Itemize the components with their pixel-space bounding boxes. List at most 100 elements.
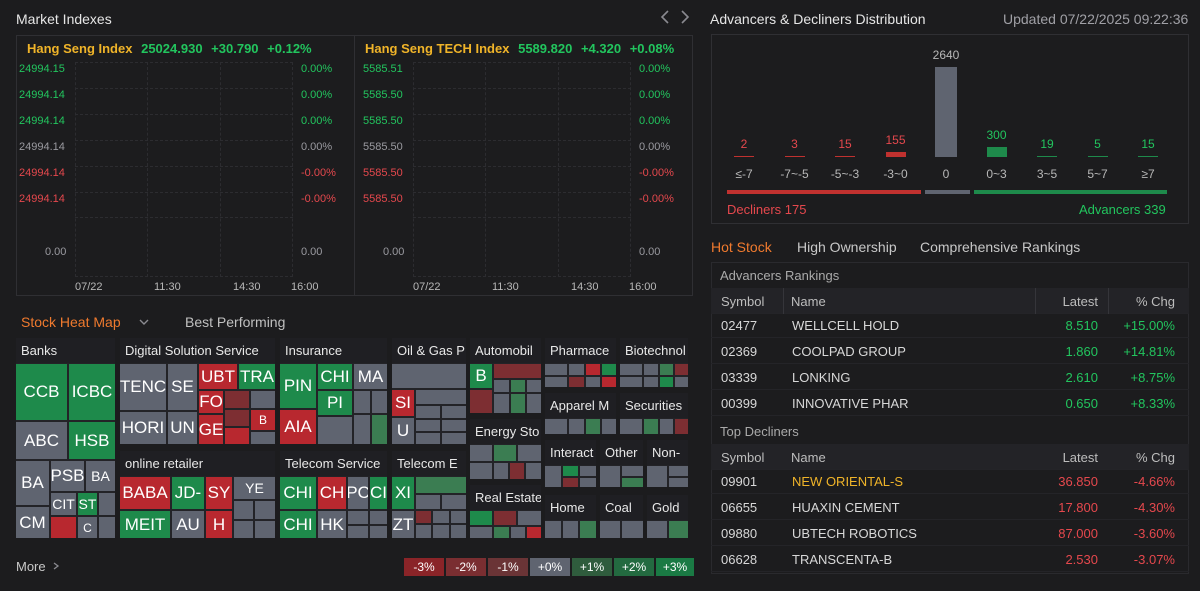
table-row[interactable]: 06655 HUAXIN CEMENT 17.800 -4.30% bbox=[711, 494, 1189, 520]
stock-tile[interactable]: CI bbox=[370, 477, 387, 509]
stock-tile[interactable]: ZT bbox=[392, 511, 414, 538]
sector-coal[interactable]: Coal bbox=[600, 495, 643, 538]
sector-label: Other bbox=[600, 440, 643, 465]
stock-tile[interactable]: H bbox=[206, 511, 232, 538]
distribution-count: 3 bbox=[791, 137, 798, 151]
col-chg: % Chg bbox=[1135, 294, 1175, 309]
stock-tile[interactable]: B bbox=[251, 410, 275, 430]
stock-tile[interactable]: PC bbox=[348, 477, 368, 509]
stock-tile[interactable]: SE bbox=[168, 364, 197, 410]
distribution-bar bbox=[885, 152, 906, 157]
sector-pharmaceutical[interactable]: Pharmace bbox=[545, 338, 616, 387]
stock-tile[interactable]: MA bbox=[354, 364, 387, 389]
stock-tile[interactable]: PSB bbox=[51, 461, 84, 491]
index-change: +4.320 bbox=[580, 41, 622, 56]
stock-tile[interactable]: CM bbox=[16, 507, 49, 538]
distribution-bar bbox=[986, 147, 1007, 157]
stock-tile[interactable]: XI bbox=[392, 477, 414, 509]
stock-tile[interactable]: PI bbox=[318, 391, 352, 415]
stock-tile[interactable]: B bbox=[470, 364, 492, 388]
sector-apparel[interactable]: Apparel M bbox=[545, 393, 616, 434]
stock-tile[interactable]: AIA bbox=[280, 410, 316, 444]
stock-tile[interactable]: BA bbox=[16, 461, 49, 505]
stock-tile[interactable]: CH bbox=[318, 477, 346, 509]
sector-interactive[interactable]: Interact bbox=[545, 440, 596, 487]
stock-tile[interactable]: HK bbox=[318, 511, 346, 538]
sector-telecom-service[interactable]: Telecom Service CHI CH PC CI CHI HK bbox=[280, 451, 387, 538]
table-row[interactable]: 09880 UBTECH ROBOTICS 87.000 -3.60% bbox=[711, 520, 1189, 546]
stock-tile[interactable]: SI bbox=[392, 390, 414, 416]
stock-tile[interactable]: ABC bbox=[16, 422, 67, 459]
stock-tile[interactable]: UN bbox=[168, 412, 197, 444]
tab-best-performing[interactable]: Best Performing bbox=[185, 314, 285, 330]
sector-label: Non- bbox=[647, 440, 688, 465]
sector-telecom-equipment[interactable]: Telecom E XI ZT bbox=[392, 451, 466, 538]
stock-tile[interactable]: C bbox=[78, 517, 97, 538]
x-tick: 07/22 bbox=[75, 281, 103, 293]
stock-tile[interactable]: BA bbox=[86, 461, 115, 491]
chevron-left-icon[interactable] bbox=[658, 8, 672, 26]
hsi-chart-panel[interactable]: Hang Seng Index 25024.930 +30.790 +0.12%… bbox=[16, 35, 355, 296]
table-row[interactable]: 00399 INNOVATIVE PHAR 0.650 +8.33% bbox=[711, 390, 1189, 416]
table-row[interactable]: 03339 LONKING 2.610 +8.75% bbox=[711, 364, 1189, 390]
stock-tile[interactable]: CIT bbox=[51, 493, 76, 515]
stock-tile[interactable]: U bbox=[392, 418, 414, 444]
y-tick-left: 5585.51 bbox=[363, 63, 403, 75]
chart-plot-area bbox=[413, 62, 631, 277]
stock-tile[interactable]: FO bbox=[199, 391, 223, 413]
stock-tile[interactable]: CHI bbox=[280, 477, 316, 509]
sector-online-retailer[interactable]: online retailer BABA JD- SY YE MEIT AU H bbox=[120, 451, 275, 538]
sector-digital-solution[interactable]: Digital Solution Service TENC SE UBT TRA… bbox=[120, 338, 275, 444]
distribution-title: Advancers & Decliners Distribution bbox=[710, 11, 926, 27]
sector-automobile[interactable]: Automobil B bbox=[470, 338, 541, 413]
stock-tile[interactable]: HORI bbox=[120, 412, 166, 444]
sector-home[interactable]: Home bbox=[545, 495, 596, 538]
stock-tile[interactable]: CHI bbox=[318, 364, 352, 389]
stock-tile[interactable]: TRA bbox=[239, 364, 275, 389]
stock-tile[interactable]: YE bbox=[234, 477, 275, 499]
table-row[interactable]: 06628 TRANSCENTA-B 2.530 -3.07% bbox=[711, 546, 1189, 572]
hstech-chart-panel[interactable]: Hang Seng TECH Index 5589.820 +4.320 +0.… bbox=[354, 35, 693, 296]
sector-banks[interactable]: Banks CCB ICBC ABC HSB BA PSB BA CIT ST … bbox=[16, 338, 115, 538]
distribution-label: 5~7 bbox=[1087, 167, 1108, 181]
chevron-right-icon[interactable] bbox=[678, 8, 692, 26]
sector-gold[interactable]: Gold bbox=[647, 495, 688, 538]
distribution-bar bbox=[784, 156, 805, 157]
table-row[interactable]: 02369 COOLPAD GROUP 1.860 +14.81% bbox=[711, 338, 1189, 364]
tab-stock-heat-map[interactable]: Stock Heat Map bbox=[21, 314, 121, 330]
sector-securities[interactable]: Securities bbox=[620, 393, 688, 434]
distribution-count: 2640 bbox=[932, 48, 960, 62]
sector-energy-storage[interactable]: Energy Sto bbox=[470, 419, 541, 479]
col-name: Name bbox=[791, 450, 826, 465]
chevron-down-icon[interactable] bbox=[138, 316, 150, 328]
stock-tile[interactable]: GE bbox=[199, 415, 223, 444]
sector-non[interactable]: Non- bbox=[647, 440, 688, 487]
sector-insurance[interactable]: Insurance PIN CHI MA PI AIA bbox=[280, 338, 387, 444]
stock-tile[interactable]: ST bbox=[78, 493, 97, 515]
stock-tile[interactable]: MEIT bbox=[120, 511, 170, 538]
stock-tile[interactable]: AU bbox=[172, 511, 204, 538]
tab-high-ownership[interactable]: High Ownership bbox=[797, 239, 897, 255]
table-row[interactable]: 09901 NEW ORIENTAL-S 36.850 -4.66% bbox=[711, 468, 1189, 494]
table-row[interactable]: 02477 WELLCELL HOLD 8.510 +15.00% bbox=[711, 312, 1189, 338]
stock-tile[interactable]: PIN bbox=[280, 364, 316, 408]
stock-tile[interactable]: SY bbox=[206, 477, 232, 509]
tab-hot-stock[interactable]: Hot Stock bbox=[711, 239, 772, 255]
sector-other[interactable]: Other bbox=[600, 440, 643, 487]
x-tick: 16:00 bbox=[629, 281, 657, 293]
stock-tile[interactable]: UBT bbox=[199, 364, 237, 389]
sector-biotechnology[interactable]: Biotechnol bbox=[620, 338, 688, 387]
sector-oil-gas[interactable]: Oil & Gas P SI U bbox=[392, 338, 466, 444]
stock-tile[interactable]: BABA bbox=[120, 477, 170, 509]
stock-tile[interactable]: TENC bbox=[120, 364, 166, 410]
stock-tile[interactable]: CHI bbox=[280, 511, 316, 538]
stock-tile[interactable]: CCB bbox=[16, 364, 67, 420]
stock-tile[interactable]: HSB bbox=[69, 422, 115, 459]
more-link[interactable]: More bbox=[16, 559, 61, 574]
sector-real-estate[interactable]: Real Estate bbox=[470, 485, 541, 538]
stock-tile[interactable]: ICBC bbox=[69, 364, 115, 420]
legend-plus1: +1% bbox=[572, 558, 612, 576]
y-tick-left: 24994.14 bbox=[19, 141, 65, 153]
tab-comprehensive-rankings[interactable]: Comprehensive Rankings bbox=[920, 239, 1080, 255]
stock-tile[interactable]: JD- bbox=[172, 477, 204, 509]
